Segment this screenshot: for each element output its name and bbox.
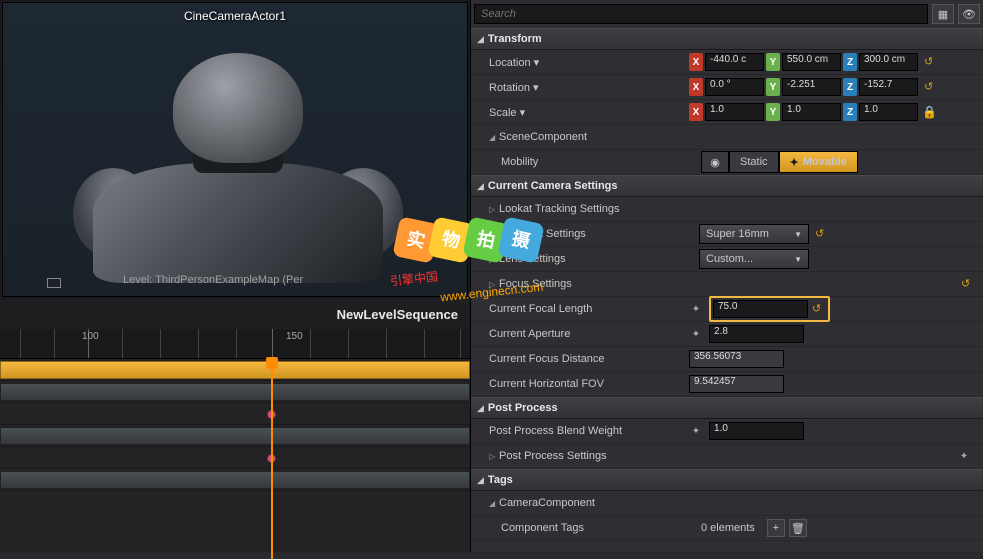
location-z-input[interactable]: 300.0 cm xyxy=(859,53,918,71)
viewport-camera-icon[interactable] xyxy=(47,278,61,288)
track-4[interactable] xyxy=(0,425,470,447)
keyframe-add-icon[interactable]: ✦ xyxy=(689,424,703,438)
view-options-button[interactable]: ▦ xyxy=(932,4,954,24)
lens-settings[interactable]: Lens Settings xyxy=(499,253,699,265)
lookat-settings[interactable]: Lookat Tracking Settings xyxy=(499,203,699,215)
timeline-ruler[interactable]: 100 150 xyxy=(0,329,470,359)
camera-component[interactable]: CameraComponent xyxy=(499,497,699,509)
viewport-content xyxy=(43,43,413,273)
filter-eye-icon[interactable]: 👁 xyxy=(958,4,980,24)
details-panel: ▦ 👁 ◢Transform Location ▾ X-440.0 c Y550… xyxy=(470,0,983,552)
rotation-y-input[interactable]: -2.251 xyxy=(782,78,841,96)
sequencer-panel: NewLevelSequence 100 150 xyxy=(0,299,470,552)
timeline-tick-100: 100 xyxy=(82,331,99,342)
filmback-settings[interactable]: Filmback Settings xyxy=(499,228,699,240)
search-input[interactable] xyxy=(474,4,928,24)
filmback-dropdown[interactable]: Super 16mm▼ xyxy=(699,224,809,244)
blend-weight-label: Post Process Blend Weight xyxy=(489,425,689,437)
aperture-label: Current Aperture xyxy=(489,328,689,340)
location-x-input[interactable]: -440.0 c xyxy=(705,53,764,71)
viewport-level-label: Level: ThirdPersonExampleMap (Per xyxy=(123,274,303,286)
camera-viewport[interactable]: CineCameraActor1 Level: ThirdPersonExamp… xyxy=(2,2,468,297)
aperture-input[interactable]: 2.8 xyxy=(709,325,804,343)
blend-weight-input[interactable]: 1.0 xyxy=(709,422,804,440)
track-6[interactable] xyxy=(0,469,470,491)
track-2[interactable] xyxy=(0,381,470,403)
sequence-title: NewLevelSequence xyxy=(0,299,470,329)
rotation-x-input[interactable]: 0.0 ° xyxy=(705,78,764,96)
axis-x-icon: X xyxy=(689,53,703,71)
keyframe-add-icon[interactable]: ✦ xyxy=(689,302,703,316)
track-5[interactable] xyxy=(0,447,470,469)
lock-icon[interactable]: 🔒 xyxy=(922,105,937,119)
location-y-input[interactable]: 550.0 cm xyxy=(782,53,841,71)
mobility-label: Mobility xyxy=(501,156,701,168)
element-count: 0 elements xyxy=(701,522,755,534)
scale-x-input[interactable]: 1.0 xyxy=(705,103,764,121)
playhead[interactable] xyxy=(271,359,273,559)
scene-component-label[interactable]: SceneComponent xyxy=(499,131,699,143)
track-1[interactable] xyxy=(0,359,470,381)
section-post-process[interactable]: ◢Post Process xyxy=(471,397,983,419)
scale-z-input[interactable]: 1.0 xyxy=(859,103,918,121)
component-tags-label: Component Tags xyxy=(501,522,701,534)
axis-y-icon: Y xyxy=(766,53,780,71)
post-process-settings[interactable]: Post Process Settings xyxy=(499,450,699,462)
reset-icon[interactable]: ↺ xyxy=(924,55,938,69)
hfov-input: 9.542457 xyxy=(689,375,784,393)
reset-icon[interactable]: ↺ xyxy=(812,302,826,316)
lens-dropdown[interactable]: Custom...▼ xyxy=(699,249,809,269)
focus-settings[interactable]: Focus Settings xyxy=(499,278,699,290)
scale-y-input[interactable]: 1.0 xyxy=(782,103,841,121)
timeline-tick-150: 150 xyxy=(286,331,303,342)
mobility-radio[interactable]: ◉ xyxy=(701,151,729,173)
mobility-movable-button[interactable]: ✦Movable xyxy=(779,151,858,173)
focus-distance-input: 356.56073 xyxy=(689,350,784,368)
clear-elements-button[interactable]: 🗑 xyxy=(789,519,807,537)
mobility-static-button[interactable]: Static xyxy=(729,151,779,173)
section-tags[interactable]: ◢Tags xyxy=(471,469,983,491)
keyframe-add-icon[interactable]: ✦ xyxy=(689,327,703,341)
section-transform[interactable]: ◢Transform xyxy=(471,28,983,50)
hfov-label: Current Horizontal FOV xyxy=(489,378,689,390)
axis-z-icon: Z xyxy=(843,53,857,71)
focal-length-input[interactable]: 75.0 xyxy=(713,300,808,318)
rotation-z-input[interactable]: -152.7 xyxy=(859,78,918,96)
viewport-camera-label: CineCameraActor1 xyxy=(184,9,286,23)
track-3[interactable] xyxy=(0,403,470,425)
section-camera-settings[interactable]: ◢Current Camera Settings xyxy=(471,175,983,197)
focus-distance-label: Current Focus Distance xyxy=(489,353,689,365)
focal-length-label: Current Focal Length xyxy=(489,303,689,315)
reset-icon[interactable]: ↺ xyxy=(815,227,829,241)
reset-icon[interactable]: ↺ xyxy=(924,80,938,94)
reset-icon[interactable]: ↺ xyxy=(961,277,975,291)
add-element-button[interactable]: + xyxy=(767,519,785,537)
keyframe-add-icon[interactable]: ✦ xyxy=(957,449,971,463)
